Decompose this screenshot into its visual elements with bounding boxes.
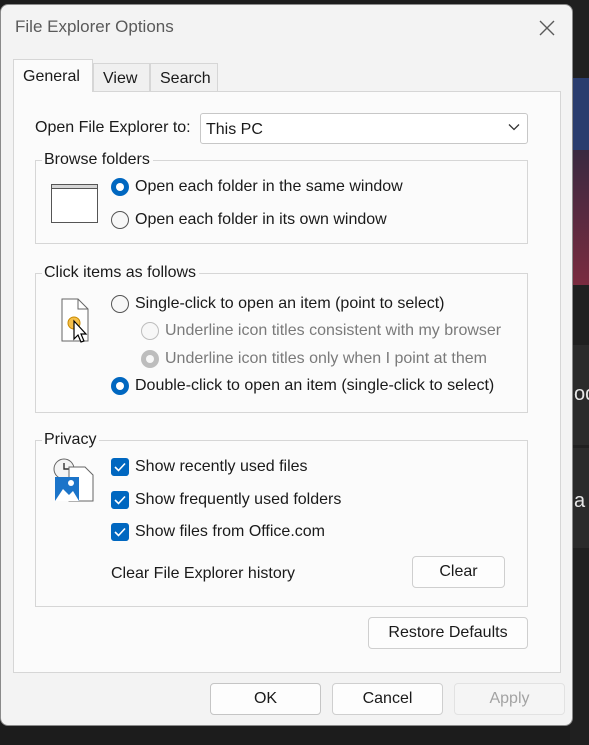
checkmark-icon <box>114 462 126 472</box>
frequent-folders-label: Show frequently used folders <box>135 491 342 508</box>
frequent-folders-checkbox[interactable] <box>111 491 129 509</box>
office-files-checkbox[interactable] <box>111 523 129 541</box>
recent-files-checkbox[interactable] <box>111 458 129 476</box>
title-bar: File Explorer Options <box>1 5 572 49</box>
window-title: File Explorer Options <box>15 17 174 36</box>
general-tab-panel: Open File Explorer to: This PC Browse fo… <box>13 91 561 673</box>
cancel-button[interactable]: Cancel <box>332 683 443 715</box>
document-cursor-icon <box>61 298 89 343</box>
underline-point-label: Underline icon titles only when I point … <box>165 350 487 367</box>
single-click-radio[interactable] <box>111 295 129 313</box>
own-window-label: Open each folder in its own window <box>135 211 387 228</box>
browse-folders-title: Browse folders <box>42 151 153 169</box>
background-text: od <box>574 383 589 405</box>
single-click-label: Single-click to open an item (point to s… <box>135 295 445 312</box>
same-window-radio[interactable] <box>111 178 129 196</box>
ok-button[interactable]: OK <box>210 683 321 715</box>
underline-browser-radio[interactable] <box>141 322 159 340</box>
close-icon <box>539 20 555 36</box>
open-to-dropdown[interactable]: This PC <box>200 113 528 144</box>
clear-history-button[interactable]: Clear <box>412 556 505 588</box>
window-icon <box>51 184 98 223</box>
tab-search[interactable]: Search <box>150 63 218 91</box>
double-click-label: Double-click to open an item (single-cli… <box>135 377 495 394</box>
checkmark-icon <box>114 527 126 537</box>
recent-files-icon <box>53 458 94 502</box>
browse-folders-group: Browse folders Open each folder in the s… <box>35 151 528 244</box>
file-explorer-options-dialog: File Explorer Options General View Searc… <box>0 4 573 726</box>
open-to-label: Open File Explorer to: <box>35 119 191 136</box>
click-items-title: Click items as follows <box>42 264 200 282</box>
background-text: a <box>574 490 586 512</box>
underline-point-radio[interactable] <box>141 350 159 368</box>
office-files-label: Show files from Office.com <box>135 523 325 540</box>
open-to-value: This PC <box>206 121 263 138</box>
privacy-title: Privacy <box>42 431 100 449</box>
checkmark-icon <box>114 495 126 505</box>
recent-files-label: Show recently used files <box>135 458 308 475</box>
tab-general[interactable]: General <box>13 59 93 92</box>
tab-view[interactable]: View <box>93 63 150 91</box>
restore-defaults-button[interactable]: Restore Defaults <box>368 617 528 649</box>
own-window-radio[interactable] <box>111 211 129 229</box>
privacy-group: Privacy Show recently used files Show fr… <box>35 431 528 607</box>
clear-history-label: Clear File Explorer history <box>111 565 296 582</box>
close-button[interactable] <box>532 13 562 43</box>
double-click-radio[interactable] <box>111 377 129 395</box>
same-window-label: Open each folder in the same window <box>135 178 403 195</box>
apply-button[interactable]: Apply <box>454 683 565 715</box>
underline-browser-label: Underline icon titles consistent with my… <box>165 322 502 339</box>
chevron-down-icon <box>508 124 520 131</box>
click-items-group: Click items as follows Single-click to o… <box>35 264 528 413</box>
